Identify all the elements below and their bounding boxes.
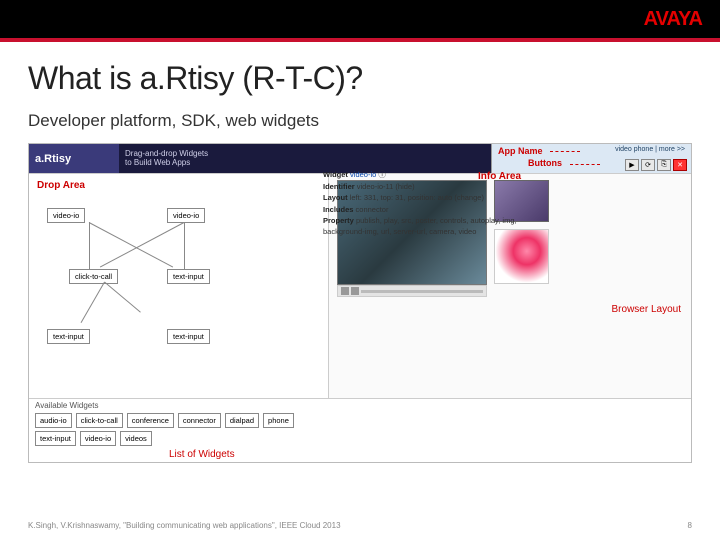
edge (89, 222, 173, 267)
tool-button[interactable]: ▶ (625, 159, 639, 171)
info-layout-key: Layout (323, 193, 348, 202)
node-video-io[interactable]: video-io (167, 208, 205, 223)
info-area-annotation: Info Area (478, 170, 521, 184)
edge (89, 222, 90, 269)
edge (104, 282, 141, 313)
info-includes-key: Includes (323, 205, 353, 214)
buttons-annotation: Buttons (528, 158, 562, 168)
widget-chip[interactable]: audio-io (35, 413, 72, 428)
widget-chip[interactable]: video-io (80, 431, 116, 446)
info-layout-value: left: 331, top: 31, position: auto (chan… (350, 193, 484, 202)
node-text-input[interactable]: text-input (47, 329, 90, 344)
info-area: Info Area Widget video-io ⓘ Identifier v… (323, 170, 533, 237)
edge (81, 282, 105, 323)
node-video-io[interactable]: video-io (47, 208, 85, 223)
widget-chip[interactable]: dialpad (225, 413, 259, 428)
edge (184, 222, 185, 269)
node-text-input[interactable]: text-input (167, 269, 210, 284)
list-widgets-annotation: List of Widgets (169, 449, 235, 460)
node-text-input[interactable]: text-input (167, 329, 210, 344)
slide-title: What is a.Rtisy (R-T-C)? (28, 60, 692, 97)
seek-bar[interactable] (361, 290, 483, 293)
tool-button[interactable]: ⟳ (641, 159, 655, 171)
available-widgets-label: Available Widgets (35, 401, 685, 410)
widget-chip[interactable]: text-input (35, 431, 76, 446)
video-controls[interactable] (337, 285, 487, 297)
slide-footer: K.Singh, V.Krishnaswamy, "Building commu… (28, 521, 692, 530)
pause-icon[interactable] (351, 287, 359, 295)
browser-layout-annotation: Browser Layout (612, 304, 681, 315)
mockup-brand: a.Rtisy (29, 144, 119, 173)
image-thumbnail[interactable] (494, 229, 549, 284)
dash-annotation-2 (570, 164, 600, 165)
widget-chip[interactable]: phone (263, 413, 294, 428)
preview-area: Browser Layout Info Area Widget video-io… (329, 174, 691, 398)
tagline-line2: to Build Web Apps (125, 159, 491, 168)
citation: K.Singh, V.Krishnaswamy, "Building commu… (28, 521, 341, 530)
slide-subtitle: Developer platform, SDK, web widgets (28, 111, 692, 131)
drop-area[interactable]: Drop Area video-io video-io click-to-cal… (29, 174, 329, 398)
node-click-to-call[interactable]: click-to-call (69, 269, 118, 284)
widget-chip[interactable]: click-to-call (76, 413, 123, 428)
page-number: 8 (688, 521, 692, 530)
edge (100, 222, 184, 267)
dash-annotation (550, 151, 580, 152)
mockup-tagline: Drag-and-drop Widgets to Build Web Apps (119, 144, 491, 173)
widget-row: audio-io click-to-call conference connec… (35, 413, 685, 428)
info-property-key: Property (323, 216, 354, 225)
drop-area-label: Drop Area (37, 180, 324, 191)
app-header-area: App Name Buttons video phone | more >> ▶… (491, 144, 691, 173)
app-screenshot: a.Rtisy Drag-and-drop Widgets to Build W… (28, 143, 692, 463)
widget-chip[interactable]: connector (178, 413, 221, 428)
info-includes-value: connector (356, 205, 389, 214)
brand-bar: AVAYA (0, 0, 720, 38)
app-name-annotation: App Name (498, 146, 543, 156)
widgets-panel: Available Widgets audio-io click-to-call… (29, 398, 691, 462)
widget-chip[interactable]: conference (127, 413, 174, 428)
info-id-key: Identifier (323, 182, 355, 191)
brand-logo: AVAYA (644, 8, 702, 31)
info-widget-key: Widget (323, 170, 348, 179)
info-widget-value[interactable]: video-io (350, 170, 376, 179)
info-id-value: video-io-11 (hide) (357, 182, 415, 191)
close-button[interactable]: ✕ (673, 159, 687, 171)
widget-chip[interactable]: videos (120, 431, 152, 446)
widget-row: text-input video-io videos (35, 431, 685, 446)
more-link[interactable]: video phone | more >> (615, 146, 687, 153)
tool-button[interactable]: ⎘ (657, 159, 671, 171)
play-icon[interactable] (341, 287, 349, 295)
